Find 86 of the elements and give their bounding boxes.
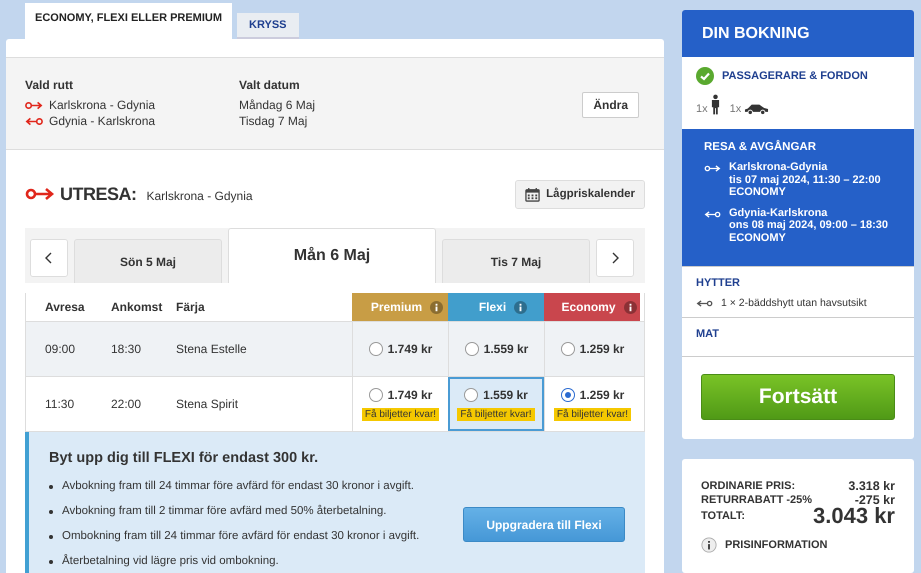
count-text: 1x (730, 103, 742, 115)
person-icon (710, 94, 720, 115)
cabin-text: 1 × 2-bäddshytt utan havsutsikt (721, 297, 867, 309)
day-tab[interactable]: Mån 6 Maj (228, 228, 436, 283)
route-text: Karlskrona - Gdynia (49, 97, 156, 113)
day-tab[interactable]: Tis 7 Maj (442, 239, 590, 283)
bullet-item: Avbokning fram till 2 timmar före avfärd med 50% återbetalning. (62, 504, 386, 519)
count-text: 1x (696, 103, 708, 115)
table-cell-text: Stena Spirit (176, 397, 240, 411)
availability-badge: Få biljetter kvar! (457, 408, 535, 420)
radio-button[interactable] (464, 388, 478, 402)
fare-header: Flexi (448, 293, 544, 321)
date-text: Tisdag 7 Maj (239, 113, 308, 129)
fare-header: Premium (352, 293, 448, 321)
bullet-item: Ombokning fram till 24 timmar före avfärd för endast 30 kronor i avgift. (62, 529, 420, 544)
radio-button[interactable] (560, 388, 575, 402)
price-text: 1.749 kr (388, 388, 432, 402)
radio-button[interactable] (368, 388, 383, 402)
bullet-icon (49, 534, 53, 538)
availability-badge: Få biljetter kvar! (554, 408, 632, 420)
table-cell-text: 22:00 (111, 397, 142, 411)
chevron-right-icon (610, 250, 620, 266)
leg-fare: ECONOMY (729, 232, 787, 244)
fare-header: Economy (544, 293, 640, 321)
price-text: 1.559 kr (484, 342, 528, 356)
date-label: Valt datum (239, 78, 301, 92)
section-title: MAT (696, 328, 720, 340)
upsell-title: Byt upp dig till FLEXI för endast 300 kr. (49, 450, 320, 466)
price-label: ORDINARIE PRIS: (701, 479, 796, 493)
table-cell-text: 11:30 (44, 397, 76, 411)
outbound-arrow-icon (704, 164, 721, 173)
radio-button[interactable] (560, 342, 575, 356)
outbound-title: UTRESA: (60, 184, 136, 204)
price-text: 1.259 kr (580, 342, 624, 356)
leg-route: Gdynia-Karlskrona (729, 206, 828, 219)
price-label: RETURRABATT -25% (701, 493, 812, 507)
route-label: Vald rutt (25, 78, 74, 92)
calendar-icon (525, 186, 540, 202)
date-text: Måndag 6 Maj (239, 97, 316, 113)
total-value: 3.043 kr (813, 509, 895, 523)
info-icon[interactable] (514, 300, 528, 314)
change-button[interactable]: Ändra (582, 92, 639, 118)
section-title: RESA & AVGÅNGAR (704, 141, 818, 153)
section-title: HYTTER (696, 277, 741, 289)
return-arrow-icon (704, 210, 721, 218)
tab[interactable]: KRYSS (237, 13, 299, 39)
outbound-arrow-icon (25, 100, 43, 110)
leg-time: tis 07 maj 2024, 11:30 – 22:00 (729, 174, 881, 186)
chevron-left-icon (44, 250, 54, 266)
return-arrow-icon (696, 298, 713, 308)
table-cell-text: Stena Estelle (176, 342, 248, 356)
price-text: 1.559 kr (483, 388, 528, 402)
column-header: Avresa (44, 300, 86, 314)
price-value: -275 kr (854, 493, 895, 507)
table-cell-text: 18:30 (111, 342, 142, 356)
bullet-icon (49, 484, 53, 488)
column-header: Färja (176, 300, 206, 314)
radio-button[interactable] (368, 342, 383, 356)
leg-time: ons 08 maj 2024, 09:00 – 18:30 (729, 219, 888, 232)
bullet-icon (49, 560, 53, 564)
booking-title: DIN BOKNING (702, 24, 810, 42)
info-icon[interactable] (624, 300, 636, 314)
outbound-route: Karlskrona - Gdynia (146, 188, 253, 202)
bullet-item: Avbokning fram till 24 timmar före avfärd för endast 30 kronor i avgift. (62, 479, 414, 494)
outbound-arrow-icon (25, 187, 55, 201)
bullet-item: Återbetalning vid lägre pris vid ombokning. (62, 553, 279, 569)
bullet-icon (49, 510, 53, 514)
route-text: Gdynia - Karlskrona (49, 113, 156, 129)
column-header: Ankomst (111, 300, 164, 314)
day-tab[interactable]: Sön 5 Maj (74, 239, 222, 283)
leg-fare: ECONOMY (729, 186, 787, 198)
radio-button[interactable] (464, 342, 479, 356)
price-text: 1.749 kr (388, 342, 432, 356)
info-icon[interactable] (701, 537, 717, 553)
price-text: 1.259 kr (580, 388, 624, 402)
availability-badge: Få biljetter kvar! (362, 408, 440, 420)
price-info-link[interactable]: PRISINFORMATION (725, 539, 828, 551)
section-title: PASSAGERARE & FORDON (722, 70, 868, 82)
total-label: TOTALT: (701, 509, 745, 523)
car-icon (744, 103, 770, 115)
tab[interactable]: ECONOMY, FLEXI ELLER PREMIUM (25, 3, 232, 39)
leg-route: Karlskrona-Gdynia (729, 161, 828, 174)
price-value: 3.318 kr (848, 479, 895, 493)
table-cell-text: 09:00 (44, 342, 76, 356)
return-arrow-icon (25, 116, 43, 126)
calendar-button[interactable]: Lågpriskalender (515, 180, 645, 208)
